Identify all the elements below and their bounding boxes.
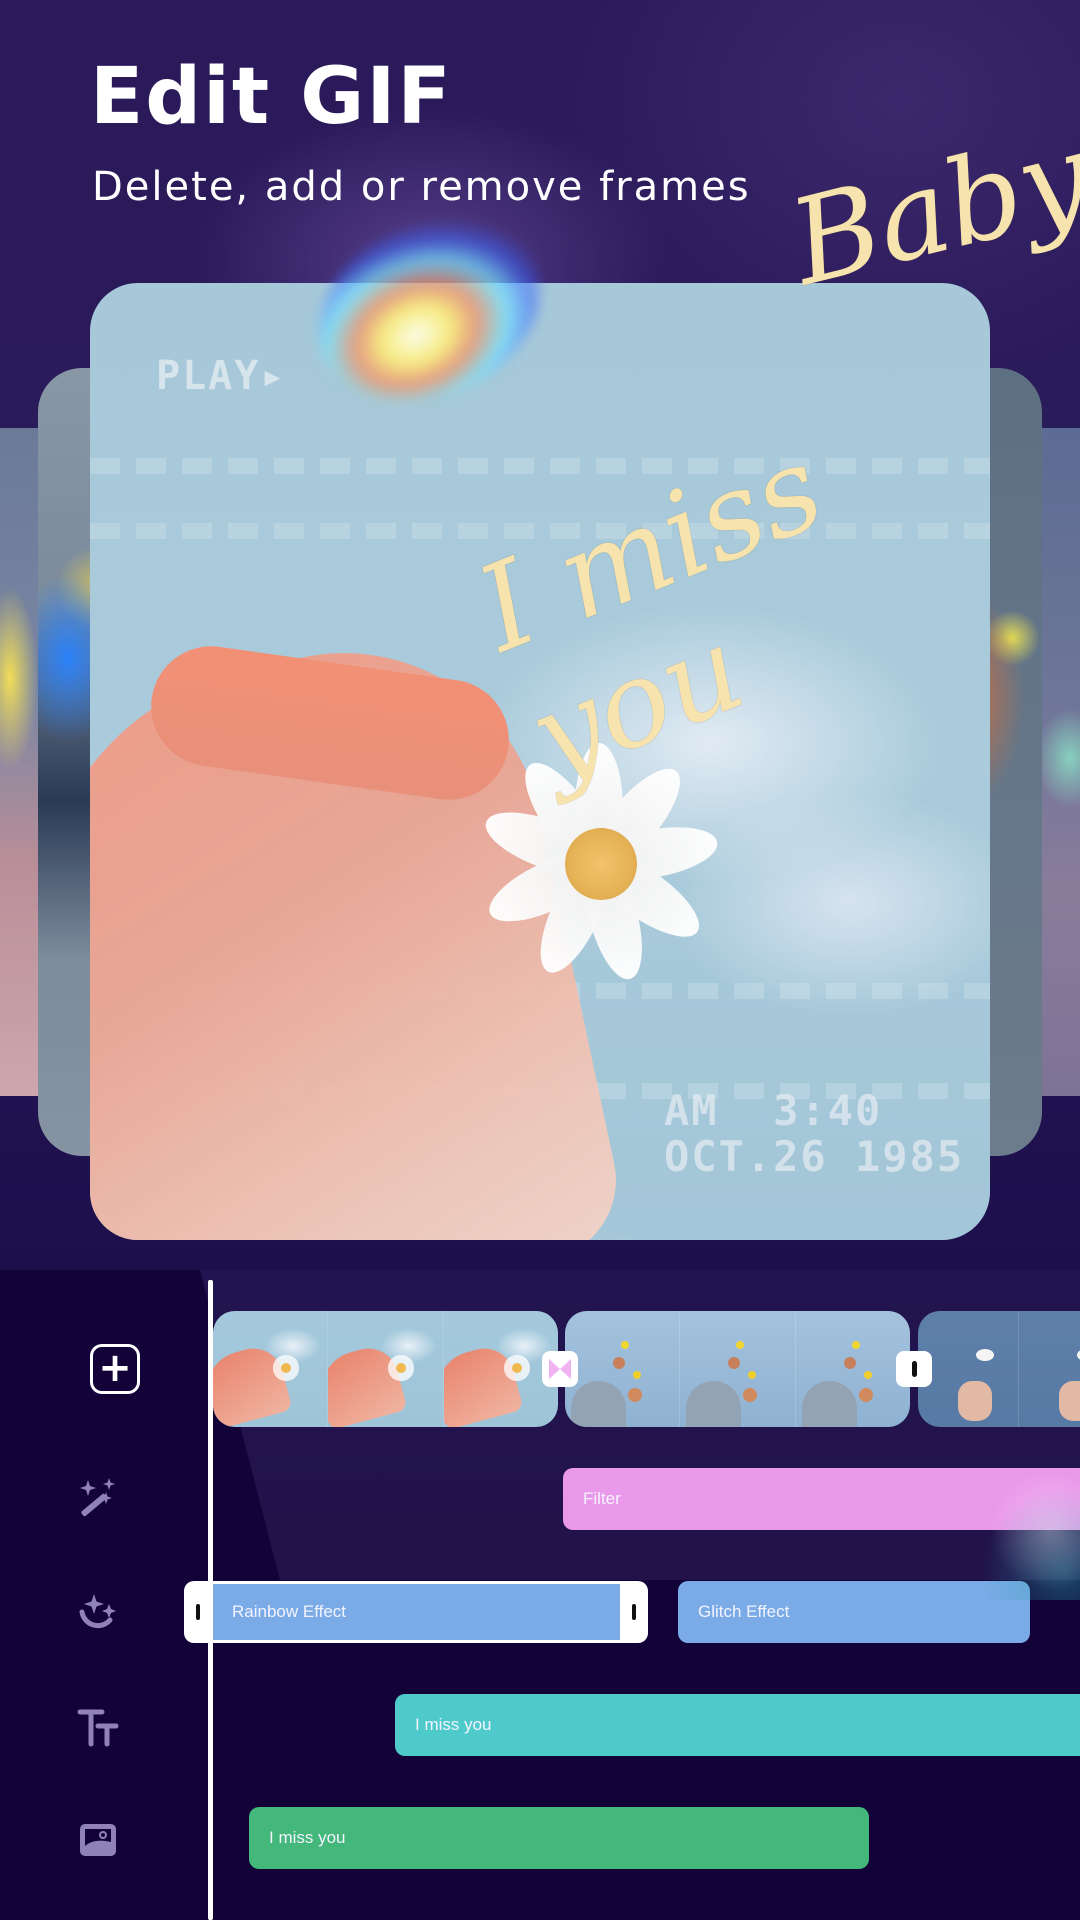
clip-frame[interactable] (565, 1311, 681, 1427)
glitch-effect-track[interactable]: Glitch Effect (678, 1581, 1030, 1643)
image-frame-icon (80, 1824, 116, 1856)
timeline-clip-3[interactable] (918, 1311, 1080, 1427)
sparkle-moon-icon (79, 1594, 116, 1629)
text-track[interactable]: I miss you (395, 1694, 1080, 1756)
magic-wand-icon (80, 1478, 115, 1517)
clip-frame[interactable] (328, 1311, 444, 1427)
trim-handle-left[interactable] (196, 1604, 200, 1620)
clip-frame[interactable] (795, 1311, 910, 1427)
effect-tool-button[interactable] (70, 1584, 126, 1640)
clip-frame[interactable] (213, 1311, 329, 1427)
cut-transition-icon (911, 1361, 917, 1377)
text-size-icon (77, 1709, 119, 1747)
previous-frame-far[interactable] (0, 428, 40, 1096)
timeline-clip-1[interactable] (213, 1311, 558, 1427)
add-frame-button[interactable]: + (90, 1344, 140, 1394)
timeline-clip-2[interactable] (565, 1311, 910, 1427)
vhs-play-label: PLAY▸ (156, 353, 287, 399)
playhead[interactable] (208, 1280, 213, 1920)
text-tool-button[interactable] (70, 1700, 126, 1756)
page-title: Edit GIF (90, 52, 453, 142)
rainbow-effect-track-selected[interactable]: Rainbow Effect (184, 1581, 648, 1643)
vhs-timestamp: AM 3:40 OCT.26 1985 (664, 1086, 965, 1181)
transition-button-2[interactable] (896, 1351, 932, 1387)
clip-frame[interactable] (1018, 1311, 1080, 1427)
clip-frame[interactable] (680, 1311, 796, 1427)
filter-tool-button[interactable] (70, 1470, 126, 1526)
clip-frame[interactable] (443, 1311, 558, 1427)
plus-icon: + (98, 1344, 132, 1391)
trim-handle-right[interactable] (632, 1604, 636, 1620)
rainbow-effect-label: Rainbow Effect (212, 1584, 620, 1640)
clip-frame[interactable] (918, 1311, 1019, 1427)
transition-button-1[interactable] (542, 1351, 578, 1387)
sticker-track[interactable]: I miss you (249, 1807, 869, 1869)
filter-track[interactable]: Filter (563, 1468, 1080, 1530)
page-subtitle: Delete, add or remove frames (92, 164, 751, 210)
sticker-tool-button[interactable] (70, 1812, 126, 1868)
